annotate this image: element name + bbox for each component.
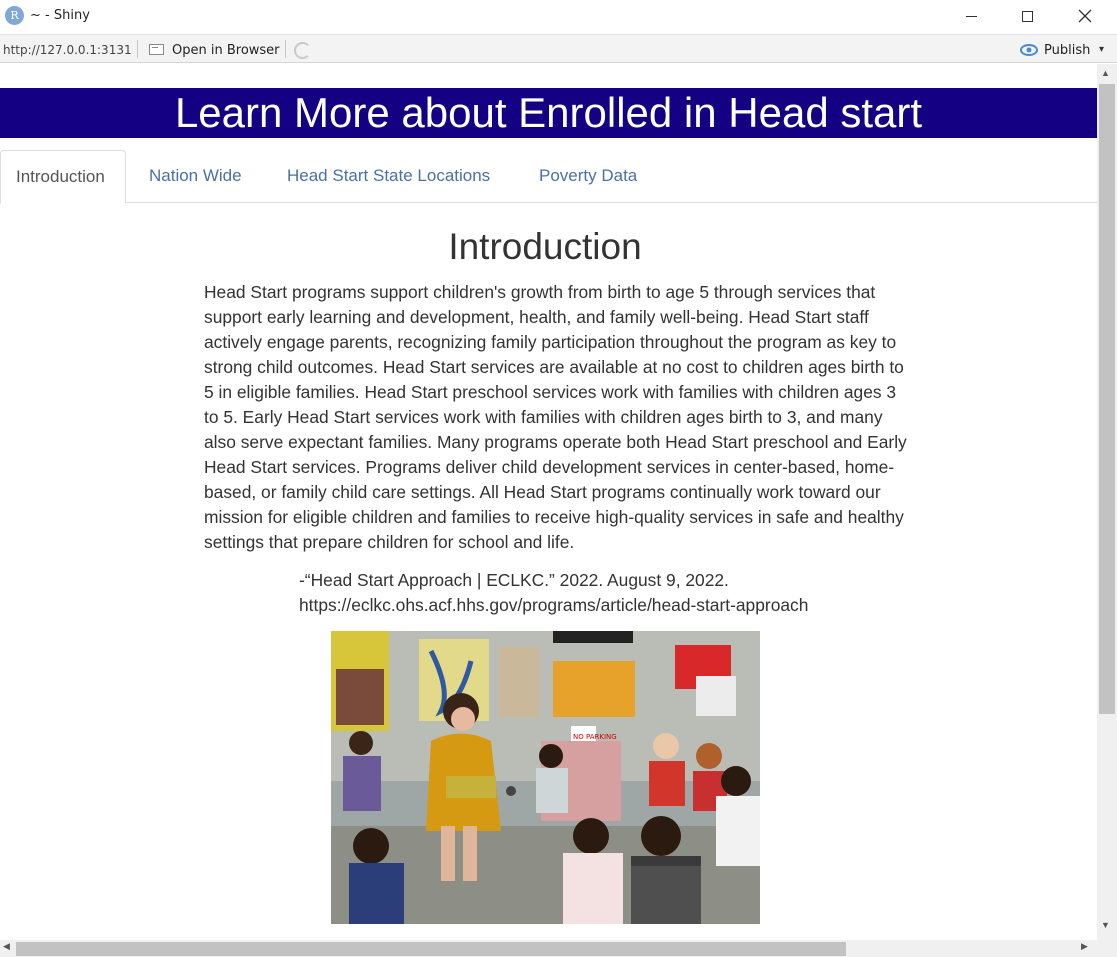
viewer-toolbar: http://127.0.0.1:3131 Open in Browser Pu… (0, 34, 1117, 63)
scroll-up-icon[interactable]: ▲ (1101, 68, 1110, 78)
citation-url: https://eclkc.ohs.acf.hhs.gov/programs/a… (299, 595, 809, 615)
tab-nation-wide[interactable]: Nation Wide (134, 150, 257, 203)
photo-sign-text: NO PARKING (573, 733, 617, 741)
minimize-icon (965, 15, 977, 17)
window-title: ~ - Shiny (30, 8, 90, 23)
url-display[interactable]: http://127.0.0.1:3131 (3, 43, 132, 57)
close-button[interactable] (1056, 0, 1114, 32)
intro-paragraph: Head Start programs support children's g… (204, 282, 907, 552)
intro-heading: Introduction (448, 226, 642, 267)
toolbar-separator (137, 40, 138, 58)
citation-source: -“Head Start Approach | ECLKC.” 2022. Au… (299, 570, 729, 590)
minimize-button[interactable] (942, 0, 1000, 32)
maximize-button[interactable] (998, 0, 1056, 32)
horizontal-scroll-thumb[interactable] (16, 942, 846, 956)
scroll-right-icon[interactable]: ▶ (1081, 941, 1088, 952)
vertical-scroll-thumb[interactable] (1099, 84, 1115, 714)
close-icon (1078, 9, 1092, 23)
maximize-icon (1021, 10, 1033, 22)
publish-dropdown-icon[interactable]: ▾ (1099, 44, 1104, 55)
tab-introduction[interactable]: Introduction (0, 150, 126, 204)
scrollbar-corner (1097, 940, 1117, 957)
open-in-browser-button[interactable]: Open in Browser (172, 43, 280, 58)
scroll-left-icon[interactable]: ◀ (3, 941, 10, 952)
publish-icon[interactable] (1019, 43, 1039, 57)
citation: -“Head Start Approach | ECLKC.” 2022. Au… (299, 568, 859, 618)
classroom-reading-photo: NO PARKING (331, 631, 760, 924)
r-app-icon: R (5, 6, 24, 25)
tab-head-start-state-locations[interactable]: Head Start State Locations (272, 150, 505, 203)
scroll-down-icon[interactable]: ▼ (1101, 920, 1110, 930)
toolbar-separator (285, 40, 286, 58)
tab-poverty-data[interactable]: Poverty Data (524, 150, 652, 203)
refresh-icon[interactable] (294, 42, 311, 59)
page-banner-title: Learn More about Enrolled in Head start (0, 88, 1097, 138)
tab-bar: Introduction Nation Wide Head Start Stat… (0, 150, 1097, 204)
window-titlebar: R ~ - Shiny (0, 0, 1117, 33)
app-viewport: Learn More about Enrolled in Head start … (0, 64, 1097, 940)
publish-button[interactable]: Publish (1044, 43, 1090, 58)
open-in-browser-icon[interactable] (149, 44, 164, 55)
